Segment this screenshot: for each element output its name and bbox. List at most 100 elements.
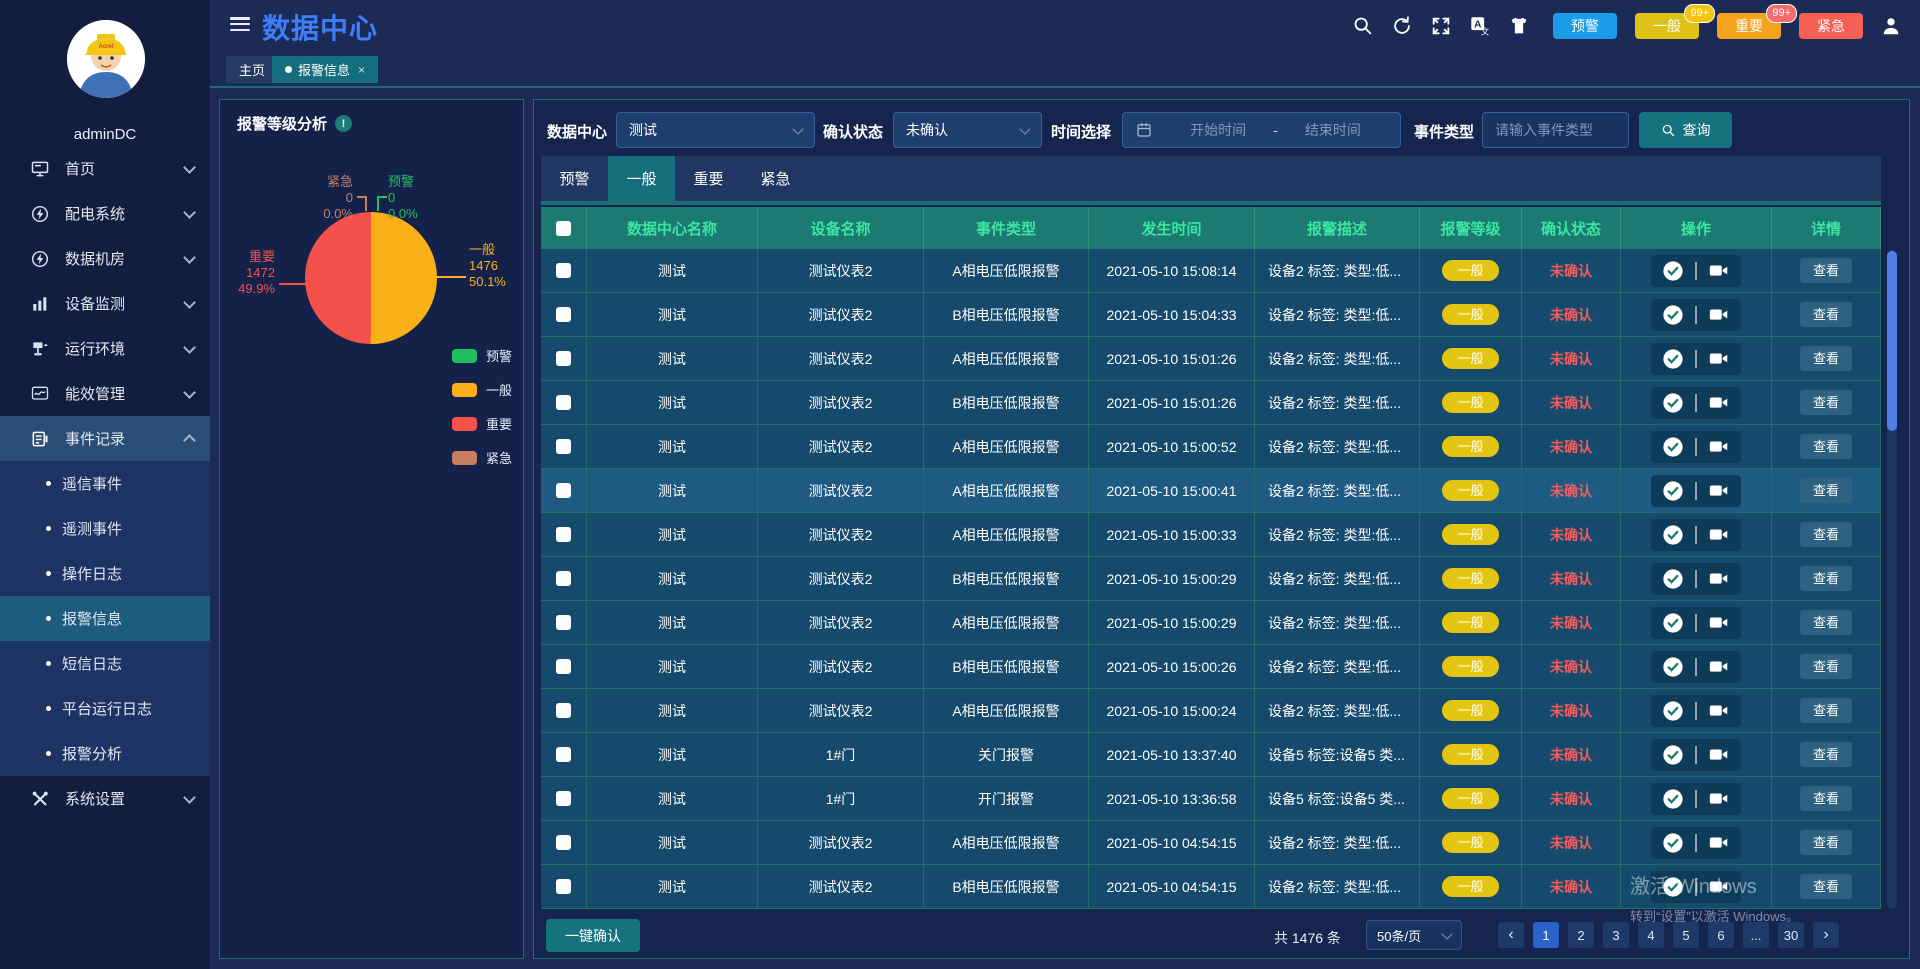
table-row[interactable]: 测试测试仪表2A相电压低限报警2021-05-10 04:54:15设备2 标签… xyxy=(541,821,1881,865)
video-camera-icon[interactable] xyxy=(1708,744,1730,766)
video-camera-icon[interactable] xyxy=(1708,524,1730,546)
user-avatar[interactable]: Acrel xyxy=(67,20,145,98)
video-camera-icon[interactable] xyxy=(1708,392,1730,414)
row-checkbox[interactable] xyxy=(556,483,571,498)
sidebar-subitem-遥信事件[interactable]: 遥信事件 xyxy=(0,461,210,506)
prev-page-button[interactable]: ‹ xyxy=(1498,922,1524,948)
video-camera-icon[interactable] xyxy=(1708,568,1730,590)
video-camera-icon[interactable] xyxy=(1708,612,1730,634)
table-row[interactable]: 测试测试仪表2B相电压低限报警2021-05-10 15:00:26设备2 标签… xyxy=(541,645,1881,689)
sidebar-subitem-报警分析[interactable]: 报警分析 xyxy=(0,731,210,776)
alarm-quick-button-一般[interactable]: 一般99+ xyxy=(1635,13,1699,39)
query-button[interactable]: 查询 xyxy=(1639,112,1732,148)
confirm-check-icon[interactable] xyxy=(1662,348,1684,370)
alarm-tab-紧急[interactable]: 紧急 xyxy=(742,156,809,201)
row-checkbox[interactable] xyxy=(556,351,571,366)
refresh-icon[interactable] xyxy=(1391,15,1413,37)
alarm-quick-button-重要[interactable]: 重要99+ xyxy=(1717,13,1781,39)
view-button[interactable]: 查看 xyxy=(1800,302,1852,327)
page-button-2[interactable]: 2 xyxy=(1568,922,1594,948)
view-button[interactable]: 查看 xyxy=(1800,654,1852,679)
row-checkbox[interactable] xyxy=(556,747,571,762)
status-select[interactable]: 未确认 xyxy=(893,112,1042,148)
video-camera-icon[interactable] xyxy=(1708,480,1730,502)
video-camera-icon[interactable] xyxy=(1708,876,1730,898)
user-icon[interactable] xyxy=(1880,15,1902,37)
view-button[interactable]: 查看 xyxy=(1800,786,1852,811)
sidebar-item-运行环境[interactable]: 运行环境 xyxy=(0,326,210,371)
table-row[interactable]: 测试测试仪表2A相电压低限报警2021-05-10 15:00:24设备2 标签… xyxy=(541,689,1881,733)
video-camera-icon[interactable] xyxy=(1708,832,1730,854)
search-icon[interactable] xyxy=(1352,15,1374,37)
sidebar-subitem-短信日志[interactable]: 短信日志 xyxy=(0,641,210,686)
table-row[interactable]: 测试测试仪表2B相电压低限报警2021-05-10 15:00:29设备2 标签… xyxy=(541,557,1881,601)
confirm-check-icon[interactable] xyxy=(1662,612,1684,634)
view-button[interactable]: 查看 xyxy=(1800,742,1852,767)
row-checkbox[interactable] xyxy=(556,835,571,850)
info-icon[interactable]: ! xyxy=(335,115,352,132)
legend-item-重要[interactable]: 重要 xyxy=(452,414,512,433)
table-row[interactable]: 测试测试仪表2B相电压低限报警2021-05-10 15:01:26设备2 标签… xyxy=(541,381,1881,425)
next-page-button[interactable]: › xyxy=(1813,922,1839,948)
confirm-check-icon[interactable] xyxy=(1662,304,1684,326)
table-row[interactable]: 测试测试仪表2A相电压低限报警2021-05-10 15:08:14设备2 标签… xyxy=(541,249,1881,293)
confirm-check-icon[interactable] xyxy=(1662,436,1684,458)
view-button[interactable]: 查看 xyxy=(1800,698,1852,723)
table-row[interactable]: 测试1#门关门报警2021-05-10 13:37:40设备5 标签:设备5 类… xyxy=(541,733,1881,777)
sidebar-item-首页[interactable]: 首页 xyxy=(0,146,210,191)
view-button[interactable]: 查看 xyxy=(1800,874,1852,899)
video-camera-icon[interactable] xyxy=(1708,260,1730,282)
alarm-tab-一般[interactable]: 一般 xyxy=(608,156,675,201)
confirm-check-icon[interactable] xyxy=(1662,480,1684,502)
confirm-check-icon[interactable] xyxy=(1662,260,1684,282)
row-checkbox[interactable] xyxy=(556,439,571,454)
table-row[interactable]: 测试测试仪表2B相电压低限报警2021-05-10 15:04:33设备2 标签… xyxy=(541,293,1881,337)
end-time-input[interactable]: 结束时间 xyxy=(1278,120,1388,140)
sidebar-subitem-平台运行日志[interactable]: 平台运行日志 xyxy=(0,686,210,731)
view-button[interactable]: 查看 xyxy=(1800,610,1852,635)
sidebar-item-数据机房[interactable]: 数据机房 xyxy=(0,236,210,281)
sidebar-subitem-报警信息[interactable]: 报警信息 xyxy=(0,596,210,641)
collapse-menu-icon[interactable] xyxy=(230,17,250,32)
row-checkbox[interactable] xyxy=(556,879,571,894)
confirm-check-icon[interactable] xyxy=(1662,700,1684,722)
table-row[interactable]: 测试测试仪表2A相电压低限报警2021-05-10 15:00:41设备2 标签… xyxy=(541,469,1881,513)
sidebar-item-设备监测[interactable]: 设备监测 xyxy=(0,281,210,326)
close-tab-icon[interactable]: × xyxy=(358,63,365,77)
date-range-picker[interactable]: 开始时间 - 结束时间 xyxy=(1122,112,1401,148)
nav-tab-home[interactable]: 主页 xyxy=(226,56,278,83)
table-row[interactable]: 测试测试仪表2A相电压低限报警2021-05-10 15:00:29设备2 标签… xyxy=(541,601,1881,645)
row-checkbox[interactable] xyxy=(556,307,571,322)
row-checkbox[interactable] xyxy=(556,615,571,630)
view-button[interactable]: 查看 xyxy=(1800,390,1852,415)
confirm-check-icon[interactable] xyxy=(1662,656,1684,678)
confirm-check-icon[interactable] xyxy=(1662,788,1684,810)
alarm-tab-重要[interactable]: 重要 xyxy=(675,156,742,201)
scrollbar-thumb[interactable] xyxy=(1887,251,1897,431)
row-checkbox[interactable] xyxy=(556,527,571,542)
table-row[interactable]: 测试测试仪表2A相电压低限报警2021-05-10 15:00:52设备2 标签… xyxy=(541,425,1881,469)
page-button-1[interactable]: 1 xyxy=(1533,922,1559,948)
alarm-quick-button-紧急[interactable]: 紧急 xyxy=(1799,13,1863,39)
confirm-all-button[interactable]: 一键确认 xyxy=(546,919,640,952)
confirm-check-icon[interactable] xyxy=(1662,524,1684,546)
sidebar-item-系统设置[interactable]: 系统设置 xyxy=(0,776,210,821)
confirm-check-icon[interactable] xyxy=(1662,392,1684,414)
alarm-quick-button-预警[interactable]: 预警 xyxy=(1553,13,1617,39)
view-button[interactable]: 查看 xyxy=(1800,830,1852,855)
sidebar-item-能效管理[interactable]: 能效管理 xyxy=(0,371,210,416)
page-button-3[interactable]: 3 xyxy=(1603,922,1629,948)
video-camera-icon[interactable] xyxy=(1708,436,1730,458)
row-checkbox[interactable] xyxy=(556,395,571,410)
view-button[interactable]: 查看 xyxy=(1800,258,1852,283)
select-all-checkbox[interactable] xyxy=(556,221,571,236)
table-row[interactable]: 测试测试仪表2A相电压低限报警2021-05-10 15:00:33设备2 标签… xyxy=(541,513,1881,557)
video-camera-icon[interactable] xyxy=(1708,348,1730,370)
legend-item-预警[interactable]: 预警 xyxy=(452,346,512,365)
confirm-check-icon[interactable] xyxy=(1662,744,1684,766)
alarm-tab-预警[interactable]: 预警 xyxy=(541,156,608,201)
nav-tab-alarm-info[interactable]: 报警信息 × xyxy=(272,56,378,83)
view-button[interactable]: 查看 xyxy=(1800,522,1852,547)
datacenter-select[interactable]: 测试 xyxy=(616,112,815,148)
sidebar-subitem-操作日志[interactable]: 操作日志 xyxy=(0,551,210,596)
